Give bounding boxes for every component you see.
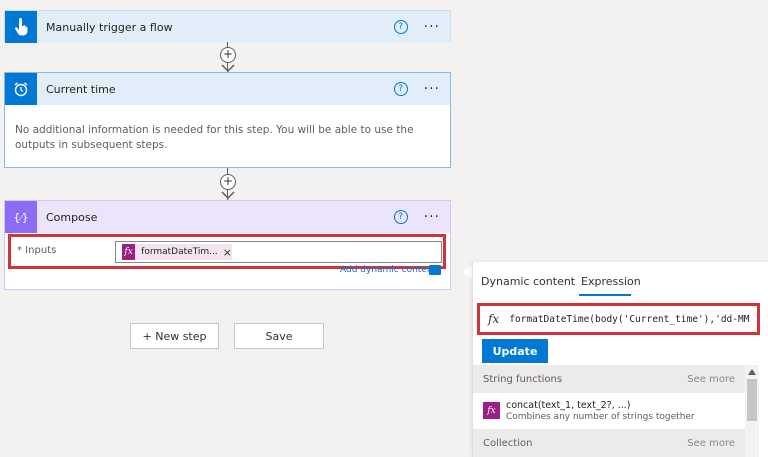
trigger-icon-box [5, 11, 37, 43]
current-time-more-icon[interactable]: ··· [424, 82, 440, 96]
compose-inputs-row: * Inputs fx formatDateTim... × [8, 234, 446, 269]
compose-help-icon[interactable]: ? [393, 210, 408, 224]
trigger-title: Manually trigger a flow [46, 20, 173, 34]
token-label: formatDateTim... [141, 247, 218, 257]
compose-icon-box: {⁄} [5, 201, 37, 233]
compose-more-icon[interactable]: ··· [424, 210, 440, 224]
expression-panel: Dynamic content Expression fx formatDate… [472, 262, 768, 457]
tab-expression-underline [579, 294, 631, 296]
current-time-icon-box [5, 73, 37, 105]
connector-1: + [220, 42, 236, 72]
function-fx-icon: fx [483, 402, 500, 419]
scroll-up-icon[interactable] [748, 369, 756, 375]
current-time-help-icon[interactable]: ? [393, 82, 408, 96]
expression-input[interactable]: fx formatDateTime(body('Current_time'),'… [477, 303, 760, 335]
section-title: String functions [483, 373, 563, 385]
compose-title: Compose [46, 210, 98, 224]
trigger-more-icon[interactable]: ··· [424, 20, 440, 34]
fx-icon: fx [488, 312, 500, 326]
current-time-card[interactable]: Current time ? ··· No additional informa… [4, 72, 451, 168]
see-more-link[interactable]: See more [687, 374, 735, 385]
current-time-body-text: No additional information is needed for … [15, 124, 414, 151]
current-time-title: Current time [46, 82, 116, 96]
trigger-card[interactable]: Manually trigger a flow ? ··· [4, 10, 451, 43]
compose-header[interactable]: {⁄} Compose ? ··· [5, 201, 450, 233]
expression-input-value: formatDateTime(body('Current_time'),'dd-… [509, 313, 750, 325]
svg-text:{⁄}: {⁄} [13, 211, 28, 224]
add-dynamic-content-link[interactable]: Add dynamic content [340, 265, 436, 275]
section-title: Collection [483, 437, 533, 449]
inputs-field[interactable]: fx formatDateTim... × [115, 241, 442, 263]
alarm-clock-icon [14, 82, 28, 97]
fx-icon: fx [122, 244, 136, 260]
connector-2: + [220, 168, 236, 200]
scrollbar-thumb[interactable] [747, 379, 757, 421]
trigger-help-icon[interactable]: ? [393, 20, 408, 34]
token-remove-icon[interactable]: × [223, 246, 232, 259]
section-string-functions: String functions See more [473, 365, 745, 393]
current-time-header[interactable]: Current time ? ··· [5, 73, 450, 105]
tab-dynamic-content[interactable]: Dynamic content [481, 275, 575, 288]
touch-hand-icon [15, 18, 28, 36]
update-button[interactable]: Update [482, 339, 548, 363]
add-dynamic-content-icon[interactable] [429, 265, 441, 275]
inputs-label: * Inputs [17, 245, 57, 256]
panel-scrollbar[interactable] [745, 365, 759, 457]
insert-step-button-1[interactable]: + [220, 47, 236, 63]
insert-step-button-2[interactable]: + [220, 174, 236, 190]
section-collection: Collection See more [473, 429, 745, 457]
compose-card[interactable]: {⁄} Compose ? ··· * Inputs fx formatDate… [4, 200, 451, 290]
function-description: Combines any number of strings together [506, 412, 695, 422]
new-step-button[interactable]: + New step [130, 323, 219, 349]
trigger-card-header[interactable]: Manually trigger a flow ? ··· [5, 11, 450, 43]
arrow-down-icon [221, 64, 235, 72]
arrow-down-icon [221, 191, 235, 199]
expression-token[interactable]: fx formatDateTim... × [122, 244, 232, 260]
tab-expression[interactable]: Expression [581, 275, 641, 288]
function-item-concat[interactable]: fx concat(text_1, text_2?, ...) Combines… [473, 396, 745, 430]
save-button[interactable]: Save [234, 323, 324, 349]
function-name: concat(text_1, text_2?, ...) [506, 400, 631, 411]
compose-braces-icon: {⁄} [13, 211, 28, 224]
see-more-link[interactable]: See more [687, 438, 735, 449]
